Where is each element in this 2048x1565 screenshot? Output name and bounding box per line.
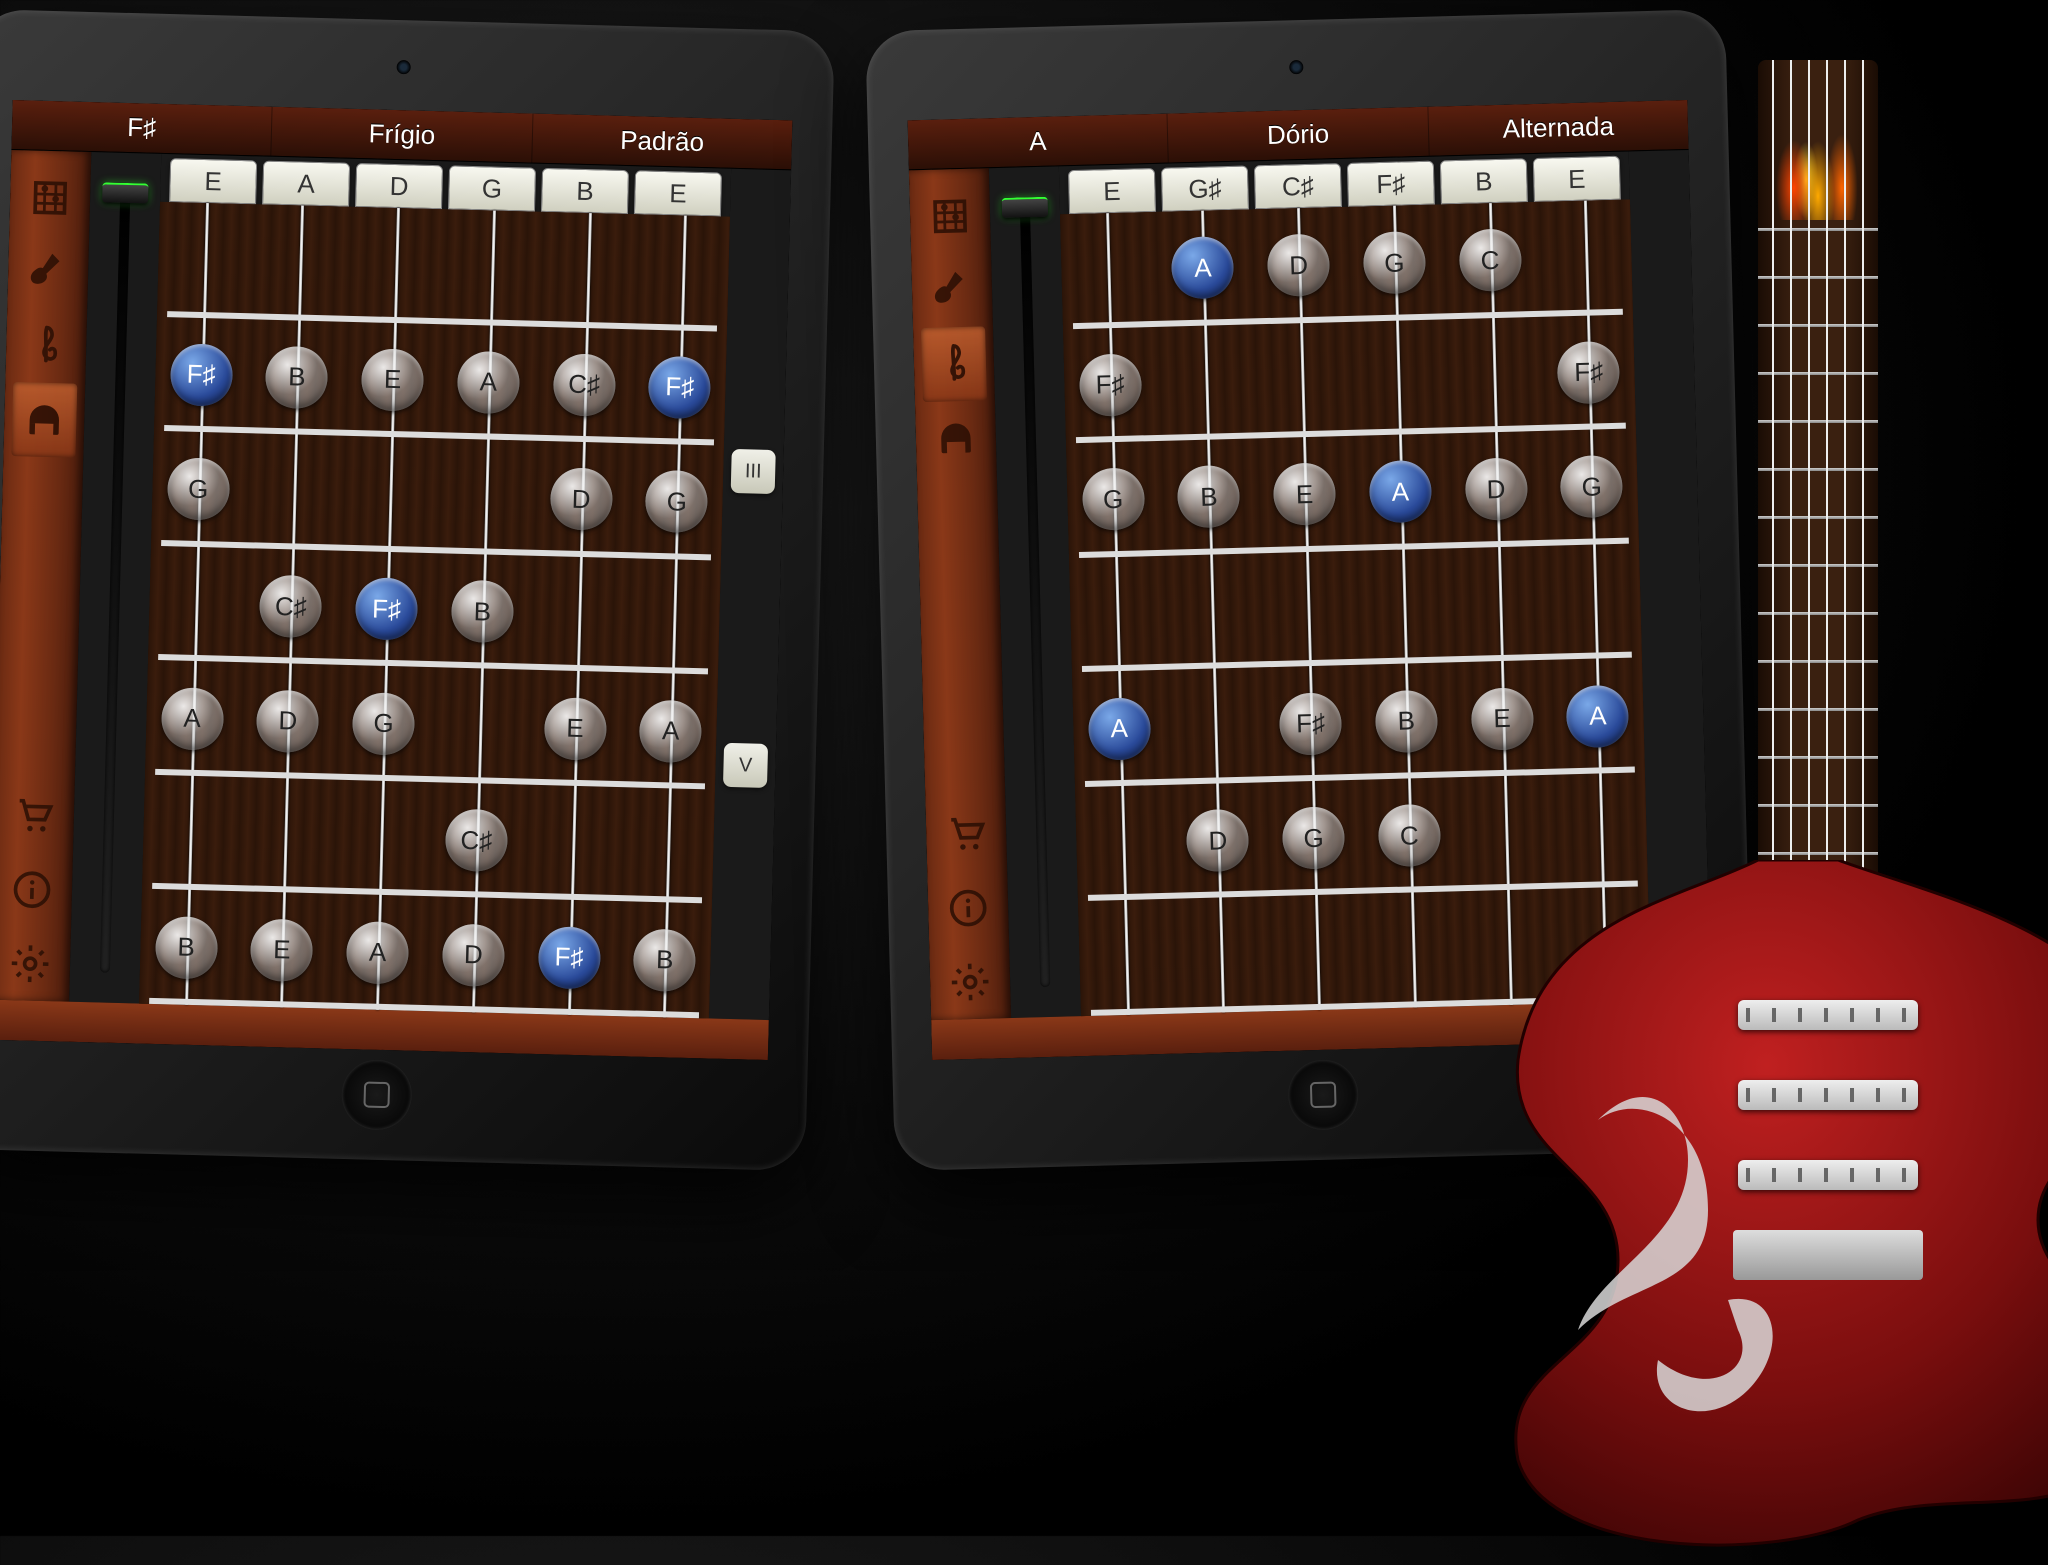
camera-icon	[397, 60, 411, 74]
settings-icon[interactable]	[937, 944, 1003, 1020]
string-header[interactable]: F♯	[1347, 161, 1435, 207]
string-header[interactable]: E	[169, 158, 257, 204]
bridge-icon	[1733, 1230, 1923, 1280]
key-selector[interactable]: F♯	[11, 100, 273, 156]
treble-clef-icon[interactable]	[921, 326, 987, 402]
string-header[interactable]: E	[634, 170, 722, 216]
guitar-neck	[1758, 60, 1878, 960]
info-icon[interactable]	[935, 870, 1001, 946]
volume-slider[interactable]	[1020, 197, 1051, 987]
headphones-icon[interactable]	[11, 382, 77, 458]
tuning-selector[interactable]: Padrão	[532, 114, 793, 170]
position-marker-3: III	[731, 449, 776, 494]
chord-diagram-icon[interactable]	[917, 178, 983, 254]
string-header[interactable]: G♯	[1161, 165, 1249, 211]
screen: F♯ Frígio Padrão EADGBE F♯BEAC♯F♯GDGC♯F♯…	[0, 100, 792, 1060]
fretboard[interactable]: F♯BEAC♯F♯GDGC♯F♯BADGEAC♯BEADF♯B	[139, 202, 730, 1019]
ipad-left: F♯ Frígio Padrão EADGBE F♯BEAC♯F♯GDGC♯F♯…	[0, 9, 835, 1171]
volume-slider[interactable]	[100, 183, 131, 973]
home-button[interactable]	[341, 1059, 413, 1131]
treble-clef-icon[interactable]	[13, 308, 79, 384]
string-header[interactable]: E	[1068, 168, 1156, 214]
ipad-right: A Dório Alternada EG♯C♯F♯BE ADGCF♯F♯GBEA…	[865, 9, 1755, 1171]
string-header[interactable]: A	[262, 161, 350, 207]
scale-selector[interactable]: Dório	[1168, 107, 1430, 163]
string-header[interactable]: C♯	[1254, 163, 1342, 209]
scale-selector[interactable]: Frígio	[272, 107, 534, 163]
string-header[interactable]: D	[355, 163, 443, 209]
flames-icon	[1758, 60, 1878, 220]
pickup-icon	[1738, 1080, 1918, 1110]
guitar-icon[interactable]	[15, 234, 81, 310]
camera-icon	[1289, 60, 1303, 74]
cart-icon[interactable]	[933, 796, 999, 872]
string-header[interactable]: E	[1533, 156, 1621, 202]
screen: A Dório Alternada EG♯C♯F♯BE ADGCF♯F♯GBEA…	[908, 100, 1712, 1060]
string-header[interactable]: B	[541, 168, 629, 214]
info-icon[interactable]	[0, 852, 65, 928]
position-marker-5: V	[723, 743, 768, 788]
slider-thumb[interactable]	[102, 182, 149, 203]
home-button[interactable]	[1287, 1059, 1359, 1131]
fretboard[interactable]: ADGCF♯F♯GBEADGAF♯BEADGC	[1060, 199, 1651, 1016]
string-header[interactable]: G	[448, 165, 536, 211]
cart-icon[interactable]	[1, 778, 67, 854]
string-header[interactable]: B	[1440, 158, 1528, 204]
settings-icon[interactable]	[0, 926, 63, 1002]
pickup-icon	[1738, 1000, 1918, 1030]
tuning-selector[interactable]: Alternada	[1428, 100, 1689, 156]
chord-diagram-icon[interactable]	[17, 160, 83, 236]
headphones-icon[interactable]	[923, 400, 989, 476]
key-selector[interactable]: A	[908, 114, 1170, 170]
pickup-icon	[1738, 1160, 1918, 1190]
slider-thumb[interactable]	[1002, 197, 1049, 218]
guitar-icon[interactable]	[919, 252, 985, 328]
